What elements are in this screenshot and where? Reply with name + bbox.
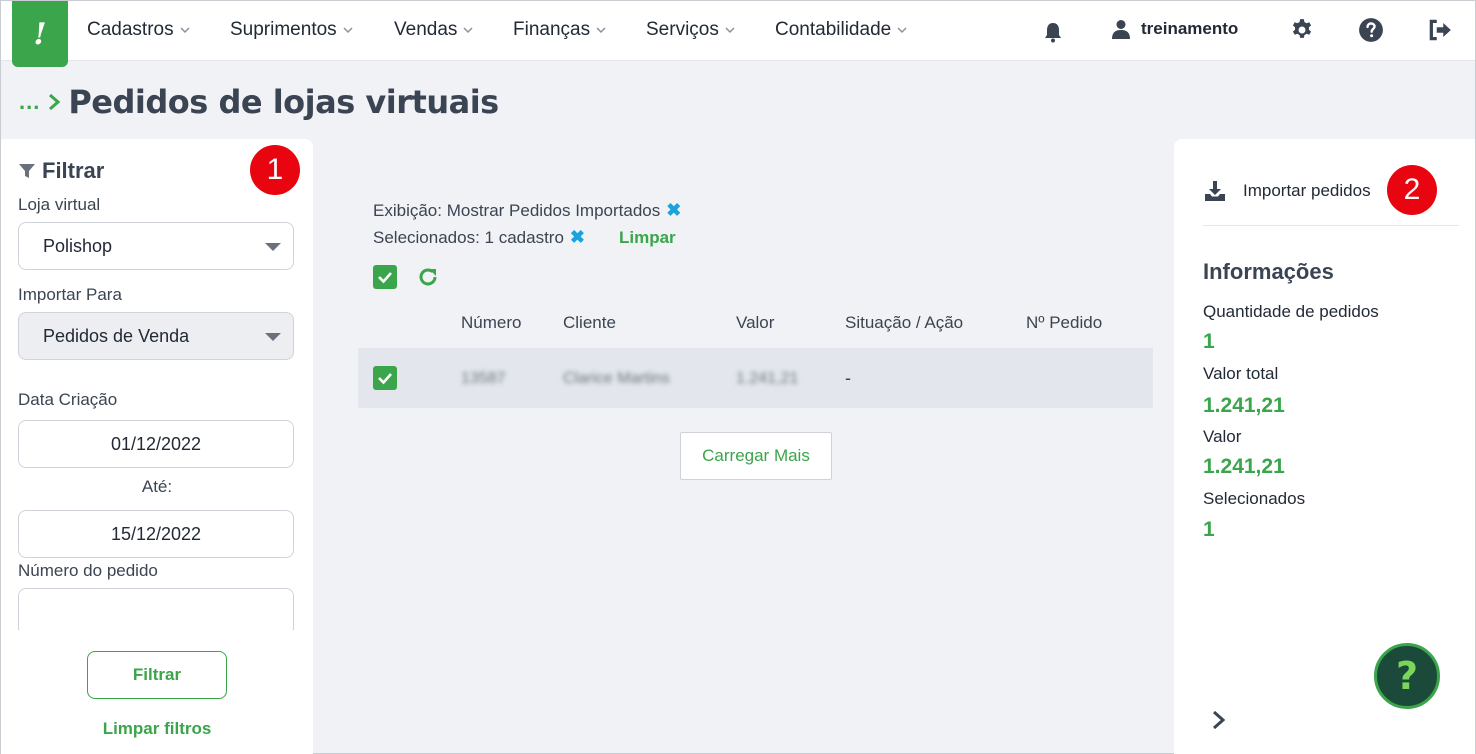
page-header: ... Pedidos de lojas virtuais [19, 83, 499, 121]
funnel-icon [19, 164, 35, 178]
question-mark-icon: ? [1395, 654, 1419, 698]
valor-total-value: 1.241,21 [1203, 394, 1285, 417]
nav-vendas[interactable]: Vendas [394, 19, 475, 41]
chevron-right-icon [49, 93, 61, 111]
chevron-down-icon [897, 27, 907, 34]
table-row[interactable]: 13587 Clarice Martins 1.241,21 - [358, 348, 1153, 408]
column-header-numero[interactable]: Número [461, 313, 521, 333]
column-header-situacao[interactable]: Situação / Ação [845, 313, 963, 333]
nav-servicos-label: Serviços [646, 19, 719, 40]
step-badge-2: 2 [1387, 165, 1437, 215]
row-situacao: - [845, 368, 851, 388]
nav-cadastros[interactable]: Cadastros [87, 19, 192, 41]
selecionados-value: 1 [1203, 518, 1215, 541]
refresh-icon[interactable] [416, 265, 440, 289]
limpar-filtros-link[interactable]: Limpar filtros [1, 719, 313, 739]
logout-icon[interactable] [1427, 17, 1453, 43]
chevron-down-icon [180, 27, 190, 34]
step-badge-1: 1 [250, 145, 300, 195]
page-title: Pedidos de lojas virtuais [68, 83, 499, 121]
qtd-pedidos-value: 1 [1203, 330, 1215, 353]
dropdown-arrow-icon [265, 243, 281, 251]
nav-servicos[interactable]: Serviços [646, 19, 737, 41]
loja-virtual-select[interactable]: Polishop [18, 222, 294, 270]
numero-pedido-input[interactable] [18, 588, 294, 630]
loja-virtual-value: Polishop [43, 235, 113, 256]
checkmark-icon [378, 373, 392, 385]
nav-cadastros-label: Cadastros [87, 19, 174, 40]
importar-pedidos-label: Importar pedidos [1243, 181, 1371, 200]
nav-financas[interactable]: Finanças [513, 19, 608, 41]
dropdown-arrow-icon [265, 333, 281, 341]
help-icon[interactable] [1358, 17, 1384, 43]
divider [1203, 225, 1459, 226]
carregar-mais-button[interactable]: Carregar Mais [680, 432, 832, 480]
filter-panel: Filtrar 1 Loja virtual Polishop Importar… [1, 139, 313, 754]
importar-para-select[interactable]: Pedidos de Venda [18, 312, 294, 360]
checkmark-icon [378, 272, 392, 284]
numero-pedido-label: Número do pedido [18, 561, 158, 580]
username: treinamento [1141, 19, 1239, 38]
row-cliente: Clarice Martins [563, 370, 670, 387]
importar-pedidos-button[interactable]: Importar pedidos [1203, 179, 1371, 203]
logo-glyph: ! [33, 16, 47, 52]
exibicao-text: Exibição: Mostrar Pedidos Importados [373, 200, 661, 220]
column-header-numero-pedido[interactable]: Nº Pedido [1026, 313, 1102, 333]
qtd-pedidos-label: Quantidade de pedidos [1203, 302, 1379, 321]
nav-suprimentos[interactable]: Suprimentos [230, 19, 355, 41]
chevron-down-icon [725, 27, 735, 34]
user-menu[interactable]: treinamento [1111, 19, 1238, 39]
help-chat-button[interactable]: ? [1374, 643, 1440, 709]
ate-label: Até: [141, 477, 173, 496]
filter-title: Filtrar [42, 158, 105, 183]
breadcrumb-ellipsis[interactable]: ... [19, 89, 40, 115]
close-icon[interactable]: ✖ [666, 200, 681, 221]
chevron-down-icon [596, 27, 606, 34]
chevron-right-icon[interactable] [1209, 709, 1229, 731]
row-checkbox[interactable] [373, 366, 397, 390]
select-all-checkbox[interactable] [373, 265, 397, 289]
nav-contabilidade[interactable]: Contabilidade [775, 19, 909, 41]
nav-vendas-label: Vendas [394, 19, 458, 40]
data-criacao-label: Data Criação [18, 390, 118, 409]
informacoes-title: Informações [1203, 259, 1334, 284]
nav-suprimentos-label: Suprimentos [230, 19, 337, 40]
limpar-selecao-link[interactable]: Limpar [619, 228, 676, 248]
valor-label: Valor [1203, 427, 1242, 446]
nav-financas-label: Finanças [513, 19, 591, 40]
nav-contabilidade-label: Contabilidade [775, 19, 892, 40]
data-fim-input[interactable] [18, 510, 294, 558]
row-numero: 13587 [461, 370, 506, 387]
column-header-cliente[interactable]: Cliente [563, 313, 616, 333]
exibicao-chip: Exibição: Mostrar Pedidos Importados ✖ [373, 200, 681, 221]
row-valor: 1.241,21 [736, 370, 799, 387]
loja-virtual-label: Loja virtual [18, 195, 101, 214]
column-header-valor[interactable]: Valor [736, 313, 774, 333]
selecionados-label: Selecionados [1203, 489, 1306, 508]
data-inicio-input[interactable] [18, 420, 294, 468]
top-navbar: ! Cadastros Suprimentos Vendas Finanças … [1, 1, 1475, 67]
close-icon[interactable]: ✖ [570, 227, 585, 248]
selecionados-chip: Selecionados: 1 cadastro ✖ Limpar [373, 227, 676, 248]
app-logo[interactable]: ! [12, 1, 68, 67]
valor-total-label: Valor total [1203, 364, 1279, 383]
valor-value: 1.241,21 [1203, 455, 1285, 478]
chevron-down-icon [343, 27, 353, 34]
bell-icon[interactable] [1041, 20, 1065, 44]
importar-para-label: Importar Para [18, 285, 122, 304]
importar-para-value: Pedidos de Venda [43, 325, 190, 346]
chevron-down-icon [463, 27, 473, 34]
filtrar-button[interactable]: Filtrar [87, 651, 227, 699]
user-icon [1112, 20, 1130, 39]
download-icon [1205, 181, 1225, 201]
selecionados-text: Selecionados: 1 cadastro [373, 227, 564, 247]
gear-icon[interactable] [1289, 17, 1315, 43]
filter-header: Filtrar [18, 158, 104, 184]
